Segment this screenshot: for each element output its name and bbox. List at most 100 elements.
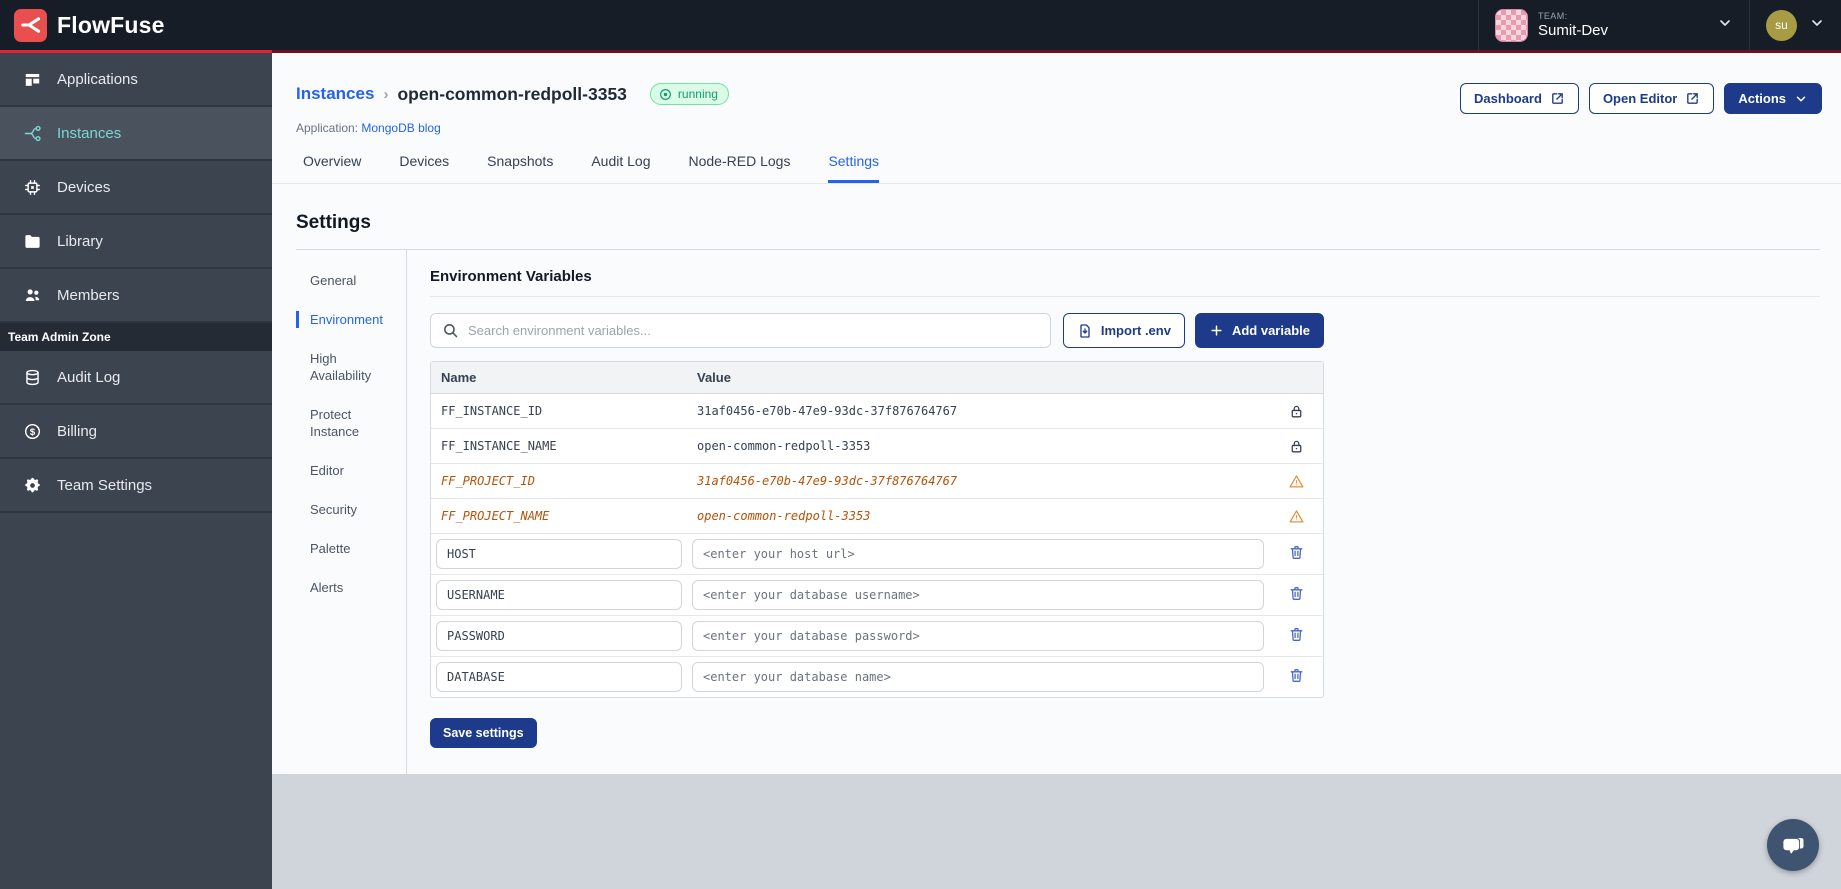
chevron-down-icon bbox=[1809, 15, 1825, 36]
billing-icon: $ bbox=[22, 421, 42, 441]
breadcrumb-instances-link[interactable]: Instances bbox=[296, 84, 374, 104]
applications-icon bbox=[22, 69, 42, 89]
settings-nav-environment[interactable]: Environment bbox=[296, 311, 396, 328]
sidebar-item-label: Billing bbox=[57, 422, 98, 440]
trash-icon bbox=[1288, 585, 1305, 605]
team-selector[interactable]: TEAM: Sumit-Dev bbox=[1478, 0, 1750, 50]
env-value-input[interactable] bbox=[692, 580, 1264, 610]
brand[interactable]: FlowFuse bbox=[0, 8, 165, 42]
env-row-ff-project-name: FF_PROJECT_NAME open-common-redpoll-3353 bbox=[431, 499, 1323, 534]
tab-node-red-logs[interactable]: Node-RED Logs bbox=[689, 153, 791, 183]
members-icon bbox=[22, 285, 42, 305]
external-link-icon bbox=[1552, 93, 1563, 104]
settings-nav-general[interactable]: General bbox=[296, 272, 396, 289]
env-name-input[interactable] bbox=[436, 580, 682, 610]
add-variable-button[interactable]: Add variable bbox=[1194, 313, 1324, 348]
sidebar-item-label: Audit Log bbox=[57, 368, 121, 386]
sidebar-item-members[interactable]: Members bbox=[0, 269, 272, 323]
sidebar-item-label: Applications bbox=[57, 70, 138, 88]
column-header-name: Name bbox=[441, 370, 477, 385]
chat-launcher-button[interactable] bbox=[1767, 819, 1819, 871]
page-footer bbox=[272, 774, 1841, 889]
team-settings-icon bbox=[22, 475, 42, 495]
trash-icon bbox=[1288, 626, 1305, 646]
plus-icon bbox=[1211, 325, 1222, 336]
application-link[interactable]: MongoDB blog bbox=[361, 121, 440, 135]
delete-variable-button[interactable] bbox=[1286, 624, 1307, 648]
sidebar-item-applications[interactable]: Applications bbox=[0, 53, 272, 107]
settings-nav-alerts[interactable]: Alerts bbox=[296, 579, 396, 596]
env-value: open-common-redpoll-3353 bbox=[697, 509, 871, 523]
chevron-down-icon bbox=[1796, 95, 1806, 102]
env-value-input[interactable] bbox=[692, 662, 1264, 692]
search-input[interactable] bbox=[468, 323, 1039, 338]
sidebar-item-library[interactable]: Library bbox=[0, 215, 272, 269]
sidebar-section-label: Team Admin Zone bbox=[0, 323, 272, 351]
open-editor-button[interactable]: Open Editor bbox=[1588, 83, 1715, 114]
lock-icon bbox=[1269, 438, 1323, 455]
sidebar-item-label: Team Settings bbox=[57, 476, 153, 494]
tab-snapshots[interactable]: Snapshots bbox=[487, 153, 553, 183]
user-avatar: su bbox=[1766, 9, 1797, 41]
top-navbar: FlowFuse TEAM: Sumit-Dev su bbox=[0, 0, 1841, 50]
env-name: FF_PROJECT_NAME bbox=[441, 509, 550, 523]
env-value-input[interactable] bbox=[692, 621, 1264, 651]
tab-audit-log[interactable]: Audit Log bbox=[591, 153, 650, 183]
delete-variable-button[interactable] bbox=[1286, 583, 1307, 607]
flowfuse-logo-icon bbox=[14, 8, 47, 42]
delete-variable-button[interactable] bbox=[1286, 542, 1307, 566]
env-name-input[interactable] bbox=[436, 662, 682, 692]
team-name: Sumit-Dev bbox=[1538, 21, 1609, 39]
panel-divider bbox=[430, 296, 1820, 297]
actions-button[interactable]: Actions bbox=[1724, 83, 1822, 114]
table-header: Name Value bbox=[431, 362, 1323, 394]
chevron-down-icon bbox=[1717, 15, 1733, 36]
lock-icon bbox=[1269, 403, 1323, 420]
settings-nav-palette[interactable]: Palette bbox=[296, 540, 396, 557]
env-row-password bbox=[431, 616, 1323, 657]
svg-text:$: $ bbox=[29, 426, 35, 437]
env-name-input[interactable] bbox=[436, 539, 682, 569]
sidebar-item-instances[interactable]: Instances bbox=[0, 107, 272, 161]
main-area: Instances › open-common-redpoll-3353 run… bbox=[272, 53, 1841, 889]
sidebar-item-team-settings[interactable]: Team Settings bbox=[0, 459, 272, 513]
team-label: TEAM: bbox=[1538, 11, 1568, 22]
audit-log-icon bbox=[22, 367, 42, 387]
devices-icon bbox=[22, 177, 42, 197]
dashboard-button[interactable]: Dashboard bbox=[1460, 83, 1579, 114]
env-row-ff-instance-id: FF_INSTANCE_ID 31af0456-e70b-47e9-93dc-37… bbox=[431, 394, 1323, 429]
env-name: FF_PROJECT_ID bbox=[441, 474, 535, 488]
breadcrumb: Instances › open-common-redpoll-3353 run… bbox=[296, 83, 729, 105]
env-value-input[interactable] bbox=[692, 539, 1264, 569]
save-settings-button[interactable]: Save settings bbox=[430, 718, 537, 748]
env-variables-title: Environment Variables bbox=[430, 268, 592, 285]
settings-nav-high-availability[interactable]: High Availability bbox=[296, 350, 396, 384]
sidebar-menu: Applications Instances Devices Library Membe… bbox=[0, 53, 272, 323]
settings-nav-security[interactable]: Security bbox=[296, 501, 396, 518]
delete-variable-button[interactable] bbox=[1286, 665, 1307, 689]
settings-nav-editor[interactable]: Editor bbox=[296, 462, 396, 479]
topbar-right: TEAM: Sumit-Dev su bbox=[1478, 0, 1841, 50]
sidebar-item-label: Library bbox=[57, 232, 103, 250]
import-env-button[interactable]: Import .env bbox=[1062, 313, 1185, 348]
env-value: open-common-redpoll-3353 bbox=[697, 439, 871, 453]
sidebar-item-devices[interactable]: Devices bbox=[0, 161, 272, 215]
document-download-icon bbox=[1080, 323, 1090, 338]
tab-devices[interactable]: Devices bbox=[399, 153, 449, 183]
env-name-input[interactable] bbox=[436, 621, 682, 651]
env-name: FF_INSTANCE_ID bbox=[441, 404, 543, 418]
tab-settings[interactable]: Settings bbox=[828, 153, 880, 183]
settings-nav-protect-instance[interactable]: Protect Instance bbox=[296, 406, 396, 440]
settings-subnav: General Environment High Availability Prote… bbox=[296, 250, 407, 774]
user-menu[interactable]: su bbox=[1750, 9, 1841, 41]
column-header-value: Value bbox=[697, 370, 731, 385]
sidebar: Applications Instances Devices Library Membe… bbox=[0, 53, 272, 889]
chat-bubbles-icon bbox=[1783, 838, 1804, 854]
tab-overview[interactable]: Overview bbox=[303, 153, 361, 183]
page-title: open-common-redpoll-3353 bbox=[397, 83, 627, 104]
sidebar-item-audit-log[interactable]: Audit Log bbox=[0, 351, 272, 405]
sidebar-item-billing[interactable]: $ Billing bbox=[0, 405, 272, 459]
env-row-ff-project-id: FF_PROJECT_ID 31af0456-e70b-47e9-93dc-37f… bbox=[431, 464, 1323, 499]
instances-icon bbox=[22, 123, 42, 143]
application-label: Application: bbox=[296, 121, 359, 135]
